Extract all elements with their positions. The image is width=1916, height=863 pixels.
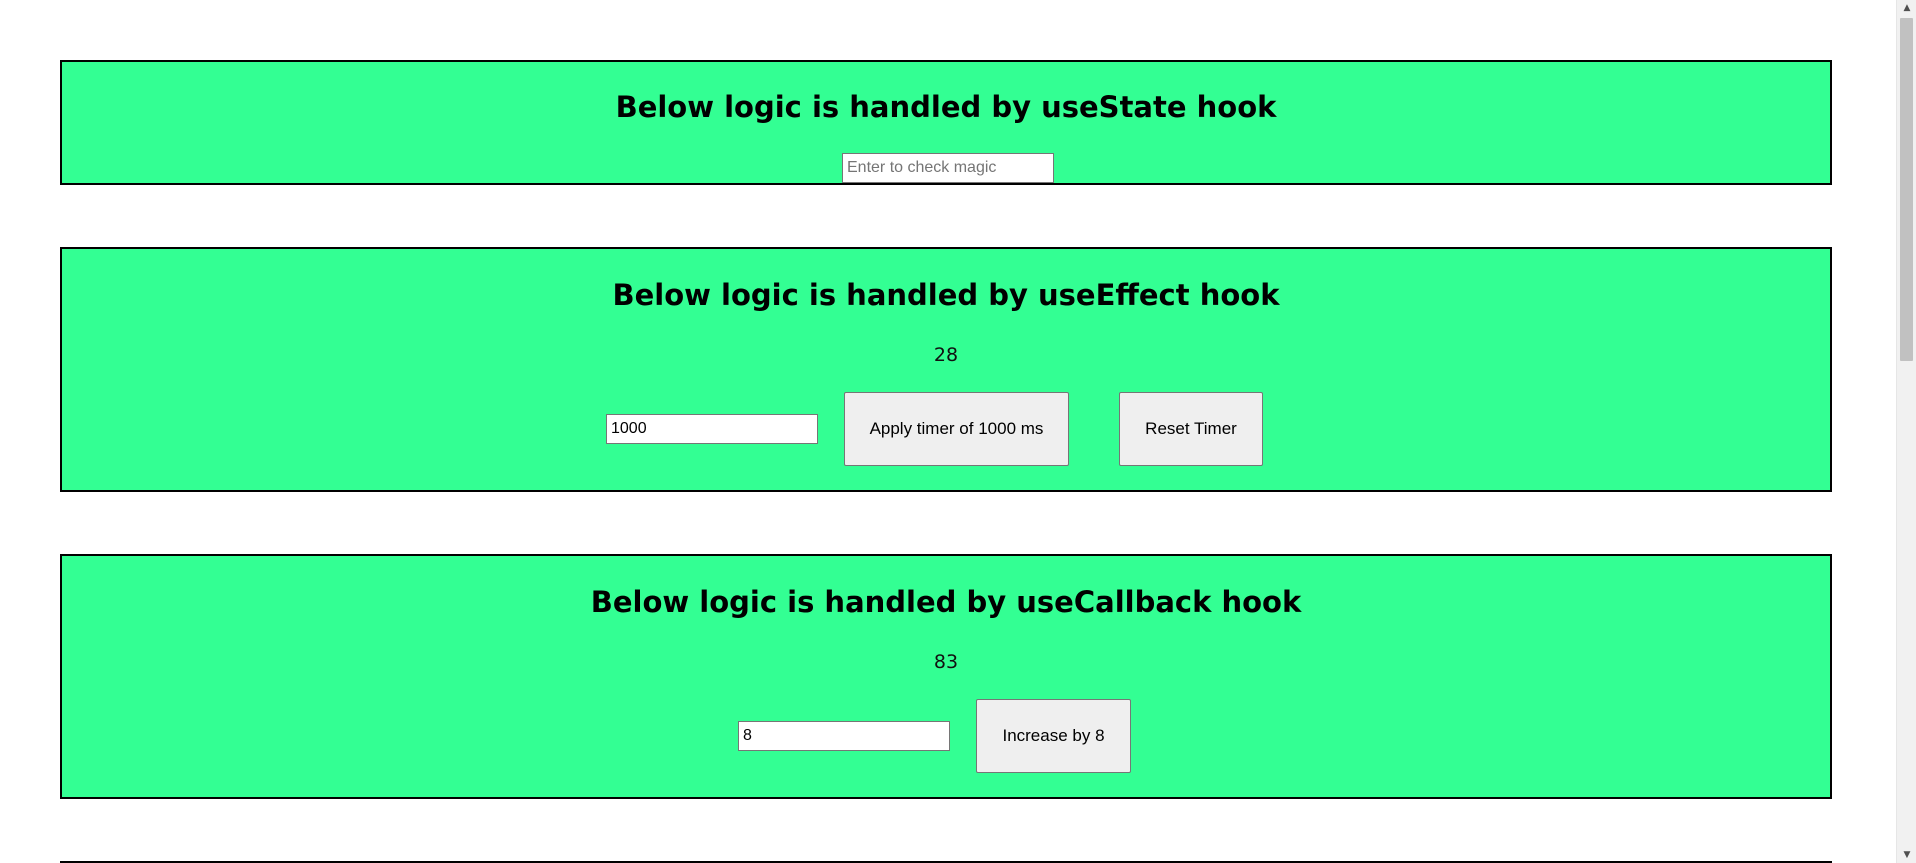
useeffect-section: Below logic is handled by useEffect hook… bbox=[60, 247, 1832, 492]
vertical-scrollbar[interactable]: ▲ ▼ bbox=[1896, 0, 1916, 863]
magic-input[interactable] bbox=[842, 153, 1054, 183]
triangle-up-icon[interactable]: ▲ bbox=[1897, 0, 1916, 16]
usestate-section: Below logic is handled by useState hook bbox=[60, 60, 1832, 185]
timer-interval-input[interactable] bbox=[606, 414, 818, 444]
page: Below logic is handled by useState hook … bbox=[0, 0, 1916, 863]
timer-counter: 28 bbox=[933, 344, 959, 366]
useeffect-title: Below logic is handled by useEffect hook bbox=[612, 278, 1280, 312]
apply-timer-button[interactable]: Apply timer of 1000 ms bbox=[844, 392, 1069, 466]
usestate-title: Below logic is handled by useState hook bbox=[615, 90, 1277, 124]
reset-timer-button[interactable]: Reset Timer bbox=[1119, 392, 1263, 466]
triangle-down-icon[interactable]: ▼ bbox=[1897, 847, 1916, 863]
callback-counter: 83 bbox=[933, 651, 959, 673]
increase-button[interactable]: Increase by 8 bbox=[976, 699, 1131, 773]
usecallback-title: Below logic is handled by useCallback ho… bbox=[590, 585, 1302, 619]
usecallback-section: Below logic is handled by useCallback ho… bbox=[60, 554, 1832, 799]
increment-input[interactable] bbox=[738, 721, 950, 751]
scrollbar-thumb[interactable] bbox=[1900, 18, 1913, 361]
